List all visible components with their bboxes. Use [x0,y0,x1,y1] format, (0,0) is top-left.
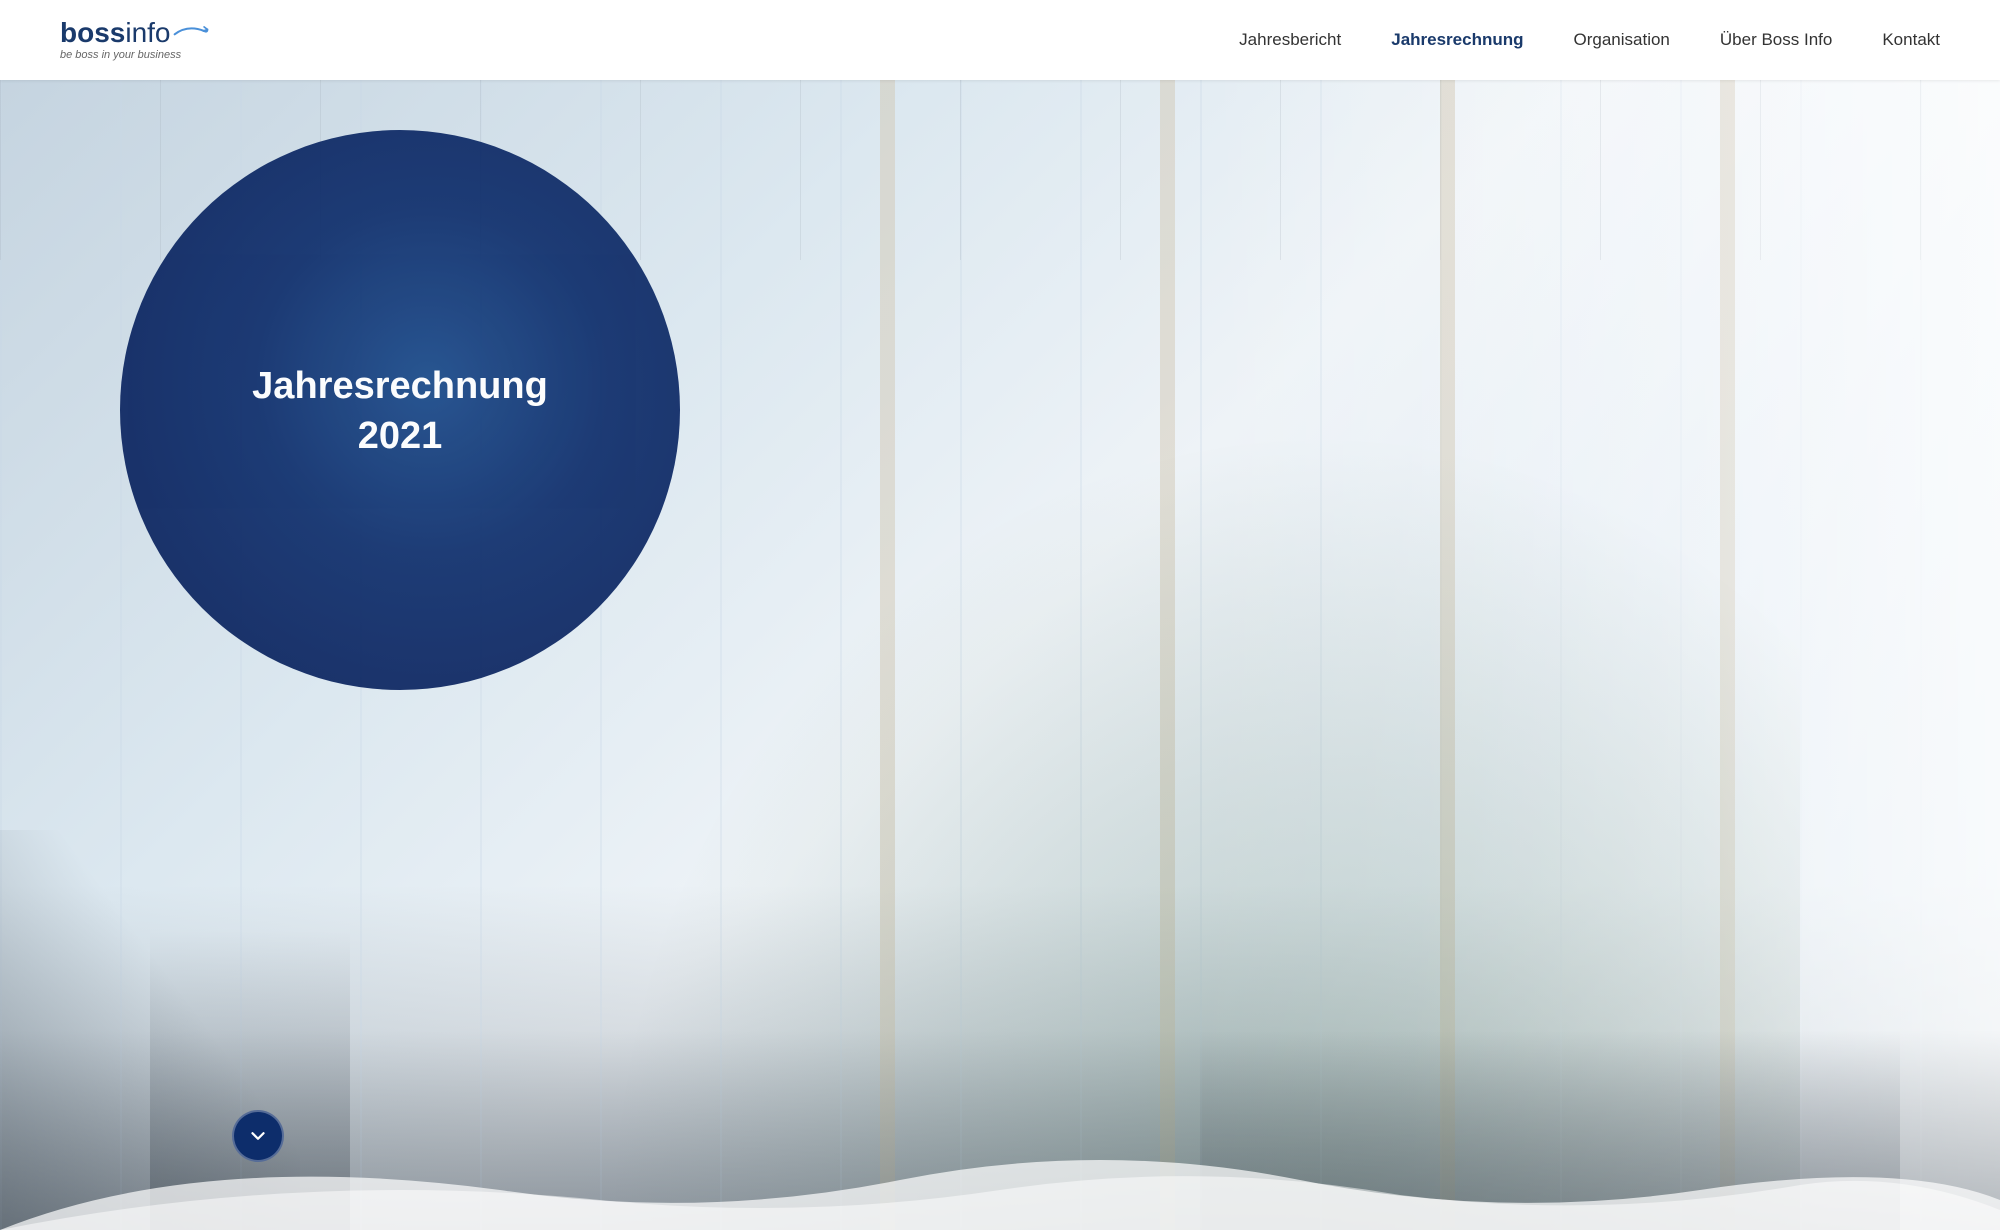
hero-section: Jahresrechnung 2021 [0,80,2000,1230]
hero-year: 2021 [358,415,443,458]
nav-item-uber-boss-info[interactable]: Über Boss Info [1720,30,1832,50]
nav-item-organisation[interactable]: Organisation [1574,30,1670,50]
hero-title: Jahresrechnung [252,362,548,411]
wave-decoration [0,1130,2000,1230]
logo-swoosh-icon [173,22,209,40]
logo-info: info [125,19,170,47]
nav-item-jahresrechnung[interactable]: Jahresrechnung [1391,30,1523,50]
logo-tagline: be boss in your business [60,49,181,61]
hero-circle: Jahresrechnung 2021 [120,130,680,690]
nav-item-jahresbericht[interactable]: Jahresbericht [1239,30,1341,50]
logo[interactable]: bossinfo be boss in your business [60,19,209,61]
logo-bold: boss [60,19,125,47]
main-nav: Jahresbericht Jahresrechnung Organisatio… [1239,30,1940,50]
header: bossinfo be boss in your business Jahres… [0,0,2000,80]
nav-item-kontakt[interactable]: Kontakt [1882,30,1940,50]
